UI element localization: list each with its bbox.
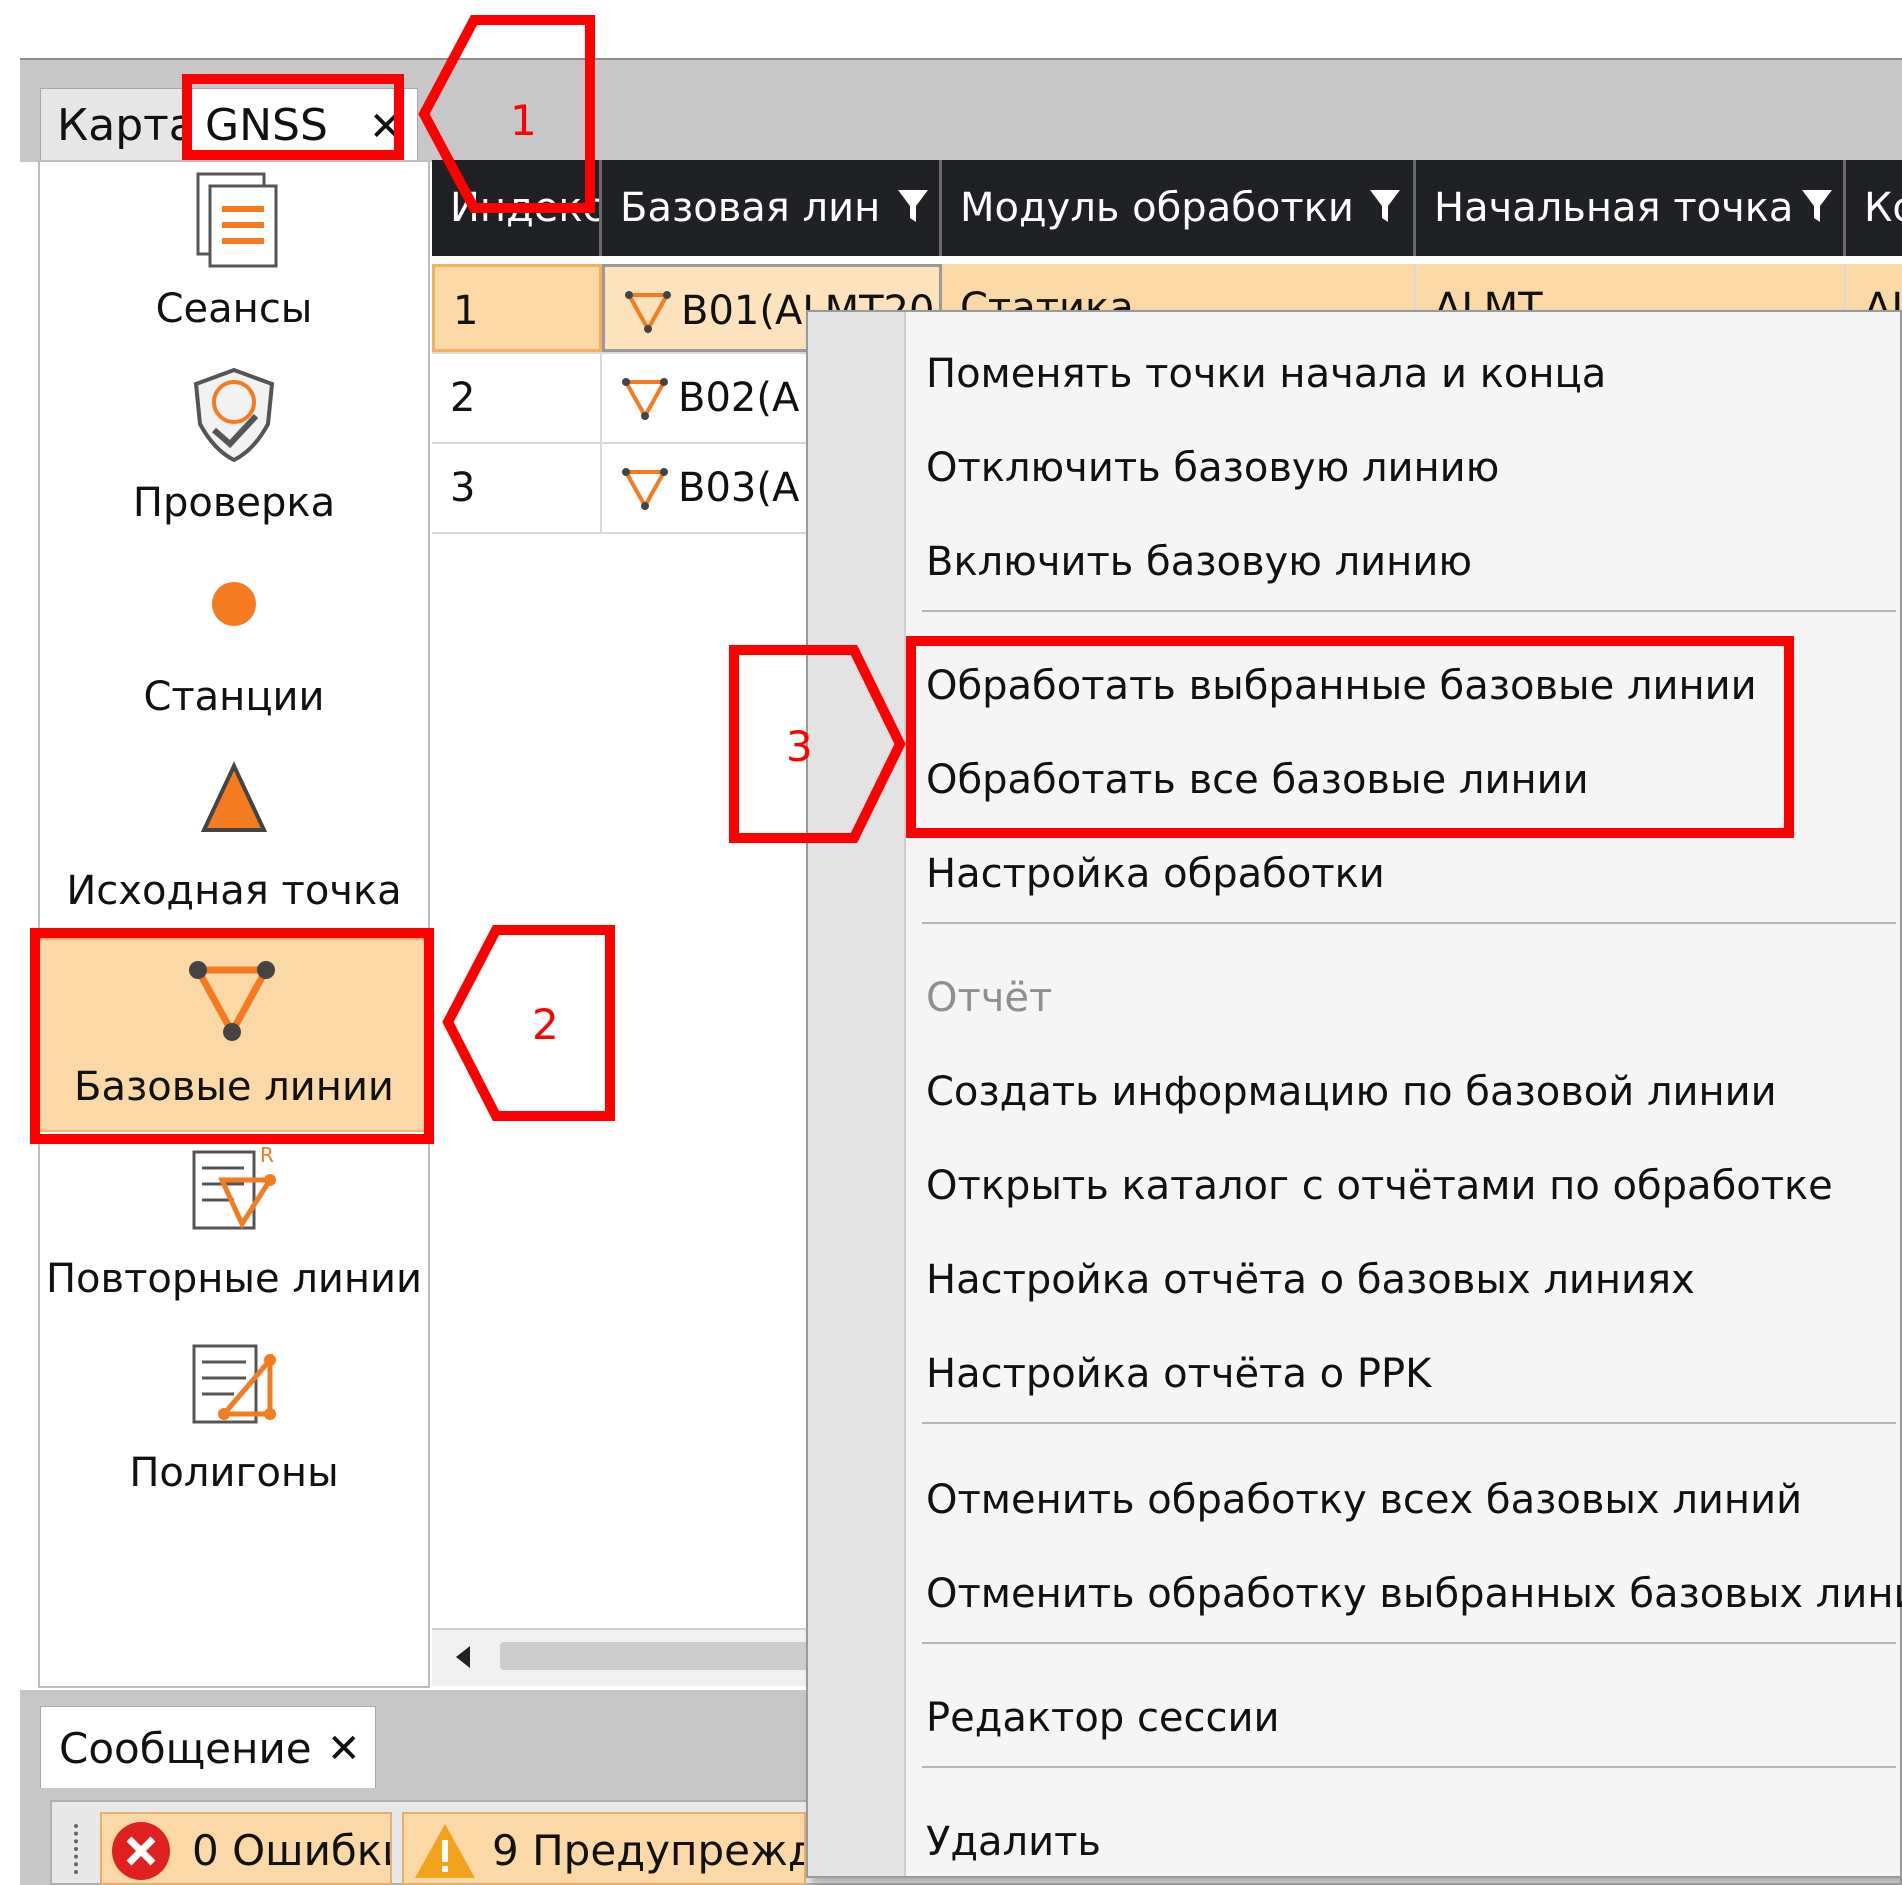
error-icon [112, 1822, 170, 1880]
menu-item-baseline-report-settings[interactable]: Настройка отчёта о базовых линиях [926, 1250, 1695, 1310]
callout-arrow-3 [729, 645, 906, 843]
grid-header: Индекс Базовая лин Модуль обработки Нача… [432, 160, 1902, 256]
gnss-navigation-pane: Сеансы Проверка Станции Исходная точка Б… [36, 160, 432, 1688]
scroll-left-arrow-icon[interactable] [452, 1644, 476, 1670]
cell-index: 1 [432, 264, 602, 352]
close-icon[interactable]: ✕ [327, 1707, 361, 1791]
menu-item-delete[interactable]: Удалить [926, 1812, 1101, 1872]
menu-separator [922, 1422, 1896, 1424]
menu-item-process-selected[interactable]: Обработать выбранные базовые линии [926, 656, 1757, 716]
nav-item-control-point[interactable]: Исходная точка [40, 744, 428, 938]
nav-item-label: Станции [143, 674, 325, 720]
callout-arrow-1 [418, 15, 595, 213]
nav-item-label: Базовые линии [74, 1064, 394, 1110]
tab-map-label: Карта [57, 100, 196, 151]
tab-gnss[interactable]: GNSS ✕ [188, 88, 418, 162]
menu-separator [922, 1766, 1896, 1768]
column-header-baseline[interactable]: Базовая лин [602, 160, 942, 256]
menu-item-create-baseline-info[interactable]: Создать информацию по базовой линии [926, 1062, 1777, 1122]
menu-item-swap-points[interactable]: Поменять точки начала и конца [926, 344, 1606, 404]
menu-item-open-report-folder[interactable]: Открыть каталог с отчётами по обработке [926, 1156, 1833, 1216]
qc-shield-icon [193, 367, 275, 463]
menu-item-report: Отчёт [926, 975, 1053, 1021]
filter-icon[interactable] [896, 186, 930, 226]
menu-item-cancel-selected-processing[interactable]: Отменить обработку выбранных базовых лин… [926, 1564, 1902, 1624]
menu-item-processing-settings[interactable]: Настройка обработки [926, 844, 1385, 904]
nav-item-label: Проверка [132, 480, 336, 526]
control-point-triangle-icon [200, 761, 268, 832]
tab-message[interactable]: Сообщение ✕ [40, 1706, 376, 1788]
tab-map[interactable]: Карта [40, 88, 196, 162]
nav-item-check[interactable]: Проверка [40, 356, 428, 550]
baseline-icon [622, 378, 668, 421]
column-header-processing-module[interactable]: Модуль обработки [942, 160, 1416, 256]
menu-item-session-editor[interactable]: Редактор сессии [926, 1688, 1280, 1748]
nav-item-sessions[interactable]: Сеансы [40, 162, 428, 356]
nav-item-stations[interactable]: Станции [40, 550, 428, 744]
tab-message-label: Сообщение [59, 1724, 312, 1773]
document-tab-strip: Карта GNSS ✕ [20, 58, 1902, 162]
column-header-start-point[interactable]: Начальная точка [1416, 160, 1846, 256]
cell-index: 2 [432, 354, 602, 442]
menu-item-cancel-all-processing[interactable]: Отменить обработку всех базовых линий [926, 1470, 1802, 1530]
nav-item-polygons[interactable]: Полигоны [40, 1326, 428, 1520]
menu-item-disable-baseline[interactable]: Отключить базовую линию [926, 438, 1499, 498]
sessions-icon [196, 172, 278, 268]
menu-separator [922, 610, 1896, 612]
callout-number-2: 2 [532, 1000, 559, 1049]
filter-icon[interactable] [1800, 186, 1834, 226]
tab-gnss-label: GNSS [205, 100, 328, 151]
nav-item-repeat-lines[interactable]: R Повторные линии [40, 1132, 428, 1326]
nav-item-label: Полигоны [129, 1450, 339, 1496]
nav-item-baselines[interactable]: Базовые линии [36, 938, 432, 1132]
menu-item-ppk-report-settings[interactable]: Настройка отчёта о PPK [926, 1344, 1431, 1404]
menu-item-process-all[interactable]: Обработать все базовые линии [926, 750, 1589, 810]
nav-item-label: Повторные линии [45, 1256, 423, 1302]
svg-text:R: R [260, 1143, 274, 1167]
filter-icon[interactable] [1368, 186, 1402, 226]
context-menu: Поменять точки начала и конца Отключить … [806, 310, 1902, 1878]
baseline-icon [622, 468, 668, 511]
menu-separator [922, 1642, 1896, 1644]
warning-icon [415, 1824, 475, 1878]
cell-index: 3 [432, 444, 602, 532]
menu-item-enable-baseline[interactable]: Включить базовую линию [926, 532, 1472, 592]
callout-number-1: 1 [510, 96, 537, 145]
nav-item-label: Исходная точка [66, 868, 402, 914]
callout-number-3: 3 [786, 722, 813, 771]
repeat-lines-icon: R [192, 1143, 276, 1230]
baseline-icon [625, 291, 671, 334]
callout-arrow-2 [442, 925, 615, 1121]
nav-item-label: Сеансы [155, 286, 313, 332]
baselines-icon [189, 961, 275, 1041]
close-icon[interactable]: ✕ [369, 107, 403, 147]
toolbar-grip-icon [74, 1824, 86, 1874]
polygons-icon [192, 1344, 276, 1424]
context-menu-icon-gutter [808, 312, 906, 1876]
warnings-filter-button[interactable]: 9 Предупрежде [402, 1812, 806, 1885]
scrollbar-thumb[interactable] [500, 1642, 810, 1670]
menu-separator [922, 922, 1896, 924]
station-dot-icon [212, 582, 256, 626]
column-header-end-point[interactable]: Ко [1846, 160, 1902, 256]
errors-filter-button[interactable]: 0 Ошибки [100, 1812, 392, 1885]
